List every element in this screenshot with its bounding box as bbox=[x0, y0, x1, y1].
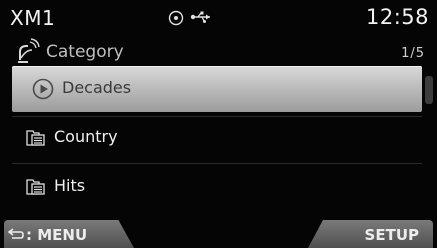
status-bar: XM1 12:58 bbox=[0, 0, 437, 34]
play-circle-icon bbox=[32, 78, 54, 100]
menu-label: : MENU bbox=[26, 226, 88, 244]
list-item-label: Hits bbox=[54, 176, 86, 195]
bottom-bar: : MENU SETUP bbox=[0, 220, 437, 248]
list-item-country[interactable]: Country bbox=[12, 115, 422, 161]
clock: 12:58 bbox=[365, 5, 429, 29]
category-list: Decades Country Hits bbox=[0, 66, 437, 210]
source-label: XM1 bbox=[10, 6, 56, 30]
setup-label: SETUP bbox=[364, 226, 419, 244]
head-unit-screen: XM1 12:58 Category 1/5 Decades Country H… bbox=[0, 0, 437, 248]
disc-icon bbox=[168, 10, 184, 26]
folder-list-icon bbox=[26, 179, 45, 195]
list-item-label: Decades bbox=[62, 78, 132, 97]
scroll-handle[interactable] bbox=[425, 76, 433, 104]
list-item-decades[interactable]: Decades bbox=[12, 66, 422, 112]
back-arrow-icon bbox=[8, 228, 24, 239]
page-title: Category bbox=[46, 42, 124, 62]
menu-button[interactable]: : MENU bbox=[4, 220, 134, 248]
list-item-label: Country bbox=[54, 127, 118, 146]
usb-icon bbox=[190, 11, 210, 23]
page-counter: 1/5 bbox=[401, 46, 425, 61]
list-item-hits[interactable]: Hits bbox=[12, 164, 422, 210]
setup-button[interactable]: SETUP bbox=[308, 220, 433, 248]
category-header: Category 1/5 bbox=[0, 36, 437, 68]
folder-list-icon bbox=[26, 130, 45, 146]
satellite-icon bbox=[18, 38, 40, 63]
